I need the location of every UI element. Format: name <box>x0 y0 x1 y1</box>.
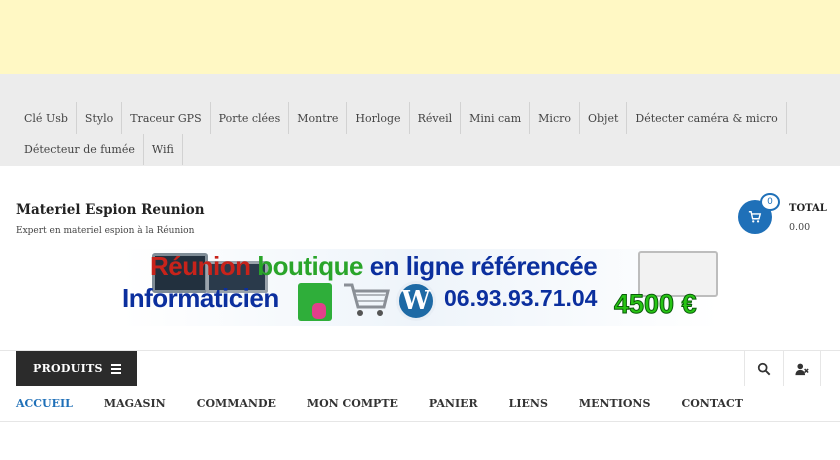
category-micro[interactable]: Micro <box>530 102 580 134</box>
category-reveil[interactable]: Réveil <box>410 102 462 134</box>
category-objet[interactable]: Objet <box>580 102 628 134</box>
hamburger-icon <box>111 364 121 376</box>
category-stylo[interactable]: Stylo <box>77 102 123 134</box>
category-row-1: Clé Usb Stylo Traceur GPS Porte clées Mo… <box>16 102 787 134</box>
category-porte-clees[interactable]: Porte clées <box>211 102 290 134</box>
category-cle-usb[interactable]: Clé Usb <box>16 102 77 134</box>
menu-item-liens[interactable]: LIENS <box>509 397 548 410</box>
site-title[interactable]: Materiel Espion Reunion <box>16 202 205 218</box>
menu-item-accueil[interactable]: ACCUEIL <box>16 397 73 410</box>
produits-menu-button[interactable]: PRODUITS <box>16 351 137 386</box>
banner-subline: Informaticien <box>122 283 279 313</box>
cart-total-value: 0.00 <box>789 222 811 233</box>
promo-banner[interactable]: Réunion boutique en ligne référencée Inf… <box>122 249 719 326</box>
shopping-cart-illustration-icon <box>344 283 390 316</box>
category-horloge[interactable]: Horloge <box>347 102 410 134</box>
banner-word-boutique: boutique <box>250 251 363 281</box>
wordpress-logo-icon: W <box>396 281 436 321</box>
menu-item-magasin[interactable]: MAGASIN <box>104 397 166 410</box>
site-tagline: Expert en materiel espion à la Réunion <box>16 226 195 236</box>
category-row-2: Détecteur de fumée Wifi <box>16 134 183 165</box>
menu-item-contact[interactable]: CONTACT <box>681 397 742 410</box>
menu-item-mon-compte[interactable]: MON COMPTE <box>307 397 398 410</box>
cart-total-label: TOTAL <box>789 203 827 214</box>
category-wifi[interactable]: Wifi <box>144 134 183 165</box>
banner-headline: Réunion boutique en ligne référencée <box>150 251 598 282</box>
category-bar: Clé Usb Stylo Traceur GPS Porte clées Mo… <box>0 74 840 166</box>
category-montre[interactable]: Montre <box>289 102 348 134</box>
menu-item-commande[interactable]: COMMANDE <box>197 397 276 410</box>
menu-item-panier[interactable]: PANIER <box>429 397 478 410</box>
banner-price: 4500 € <box>614 289 698 320</box>
cart-count-badge: 0 <box>760 193 780 211</box>
produits-label: PRODUITS <box>33 362 103 375</box>
banner-word-en-ligne: en ligne référencée <box>362 251 598 281</box>
account-button[interactable] <box>783 351 821 386</box>
banner-word-reunion: Réunion <box>150 251 251 281</box>
category-detecter-camera-micro[interactable]: Détecter caméra & micro <box>627 102 787 134</box>
category-mini-cam[interactable]: Mini cam <box>461 102 531 134</box>
shopping-cart-icon <box>748 211 762 223</box>
category-traceur-gps[interactable]: Traceur GPS <box>122 102 211 134</box>
banner-phone: 06.93.93.71.04 <box>444 285 598 311</box>
category-detecteur-de-fumee[interactable]: Détecteur de fumée <box>16 134 144 165</box>
user-times-icon <box>795 363 809 375</box>
main-menu: ACCUEIL MAGASIN COMMANDE MON COMPTE PANI… <box>16 397 774 410</box>
top-ad-banner <box>0 0 840 74</box>
pointer-hand-icon <box>312 303 326 319</box>
menu-item-mentions[interactable]: MENTIONS <box>579 397 651 410</box>
search-button[interactable] <box>744 351 782 386</box>
search-icon <box>757 362 770 375</box>
